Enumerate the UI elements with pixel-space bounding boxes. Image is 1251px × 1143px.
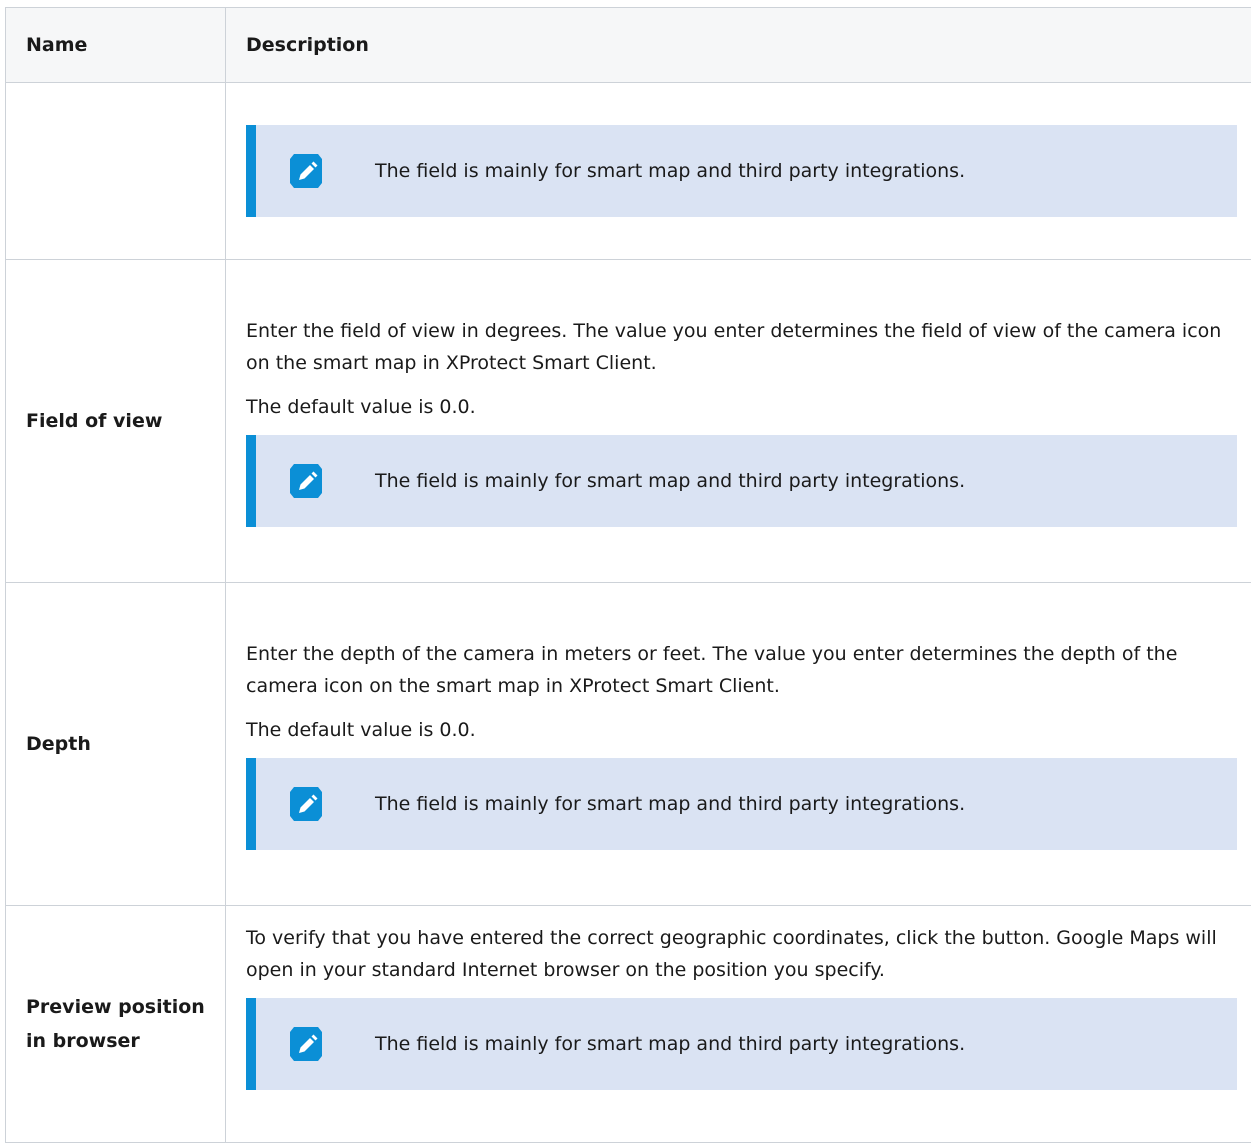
row-name: Depth xyxy=(6,583,226,906)
pencil-edit-icon xyxy=(286,151,326,191)
row-description: Enter the depth of the camera in meters … xyxy=(226,583,1251,906)
header-name: Name xyxy=(6,8,226,83)
description-paragraph: Enter the depth of the camera in meters … xyxy=(246,638,1237,702)
settings-table: Name Description The field is mainly for… xyxy=(5,7,1251,1143)
row-description: The field is mainly for smart map and th… xyxy=(226,83,1251,260)
table-row: The field is mainly for smart map and th… xyxy=(6,83,1251,260)
table-row: Preview position in browser To verify th… xyxy=(6,906,1251,1143)
pencil-edit-icon xyxy=(286,1024,326,1064)
note-box: The field is mainly for smart map and th… xyxy=(246,125,1237,217)
header-description: Description xyxy=(226,8,1251,83)
row-description: Enter the field of view in degrees. The … xyxy=(226,260,1251,583)
pencil-edit-icon xyxy=(286,784,326,824)
note-box: The field is mainly for smart map and th… xyxy=(246,435,1237,527)
table-row: Depth Enter the depth of the camera in m… xyxy=(6,583,1251,906)
description-paragraph: The default value is 0.0. xyxy=(246,714,1237,746)
row-name: Field of view xyxy=(6,260,226,583)
description-paragraph: To verify that you have entered the corr… xyxy=(246,922,1237,986)
pencil-edit-icon xyxy=(286,461,326,501)
row-description: To verify that you have entered the corr… xyxy=(226,906,1251,1143)
note-text: The field is mainly for smart map and th… xyxy=(375,467,965,495)
description-paragraph: The default value is 0.0. xyxy=(246,391,1237,423)
note-text: The field is mainly for smart map and th… xyxy=(375,157,965,185)
row-name: Preview position in browser xyxy=(6,906,226,1143)
description-paragraph: Enter the field of view in degrees. The … xyxy=(246,315,1237,379)
table-header-row: Name Description xyxy=(6,8,1251,83)
note-box: The field is mainly for smart map and th… xyxy=(246,758,1237,850)
table-row: Field of view Enter the field of view in… xyxy=(6,260,1251,583)
note-text: The field is mainly for smart map and th… xyxy=(375,790,965,818)
row-name xyxy=(6,83,226,260)
note-text: The field is mainly for smart map and th… xyxy=(375,1030,965,1058)
